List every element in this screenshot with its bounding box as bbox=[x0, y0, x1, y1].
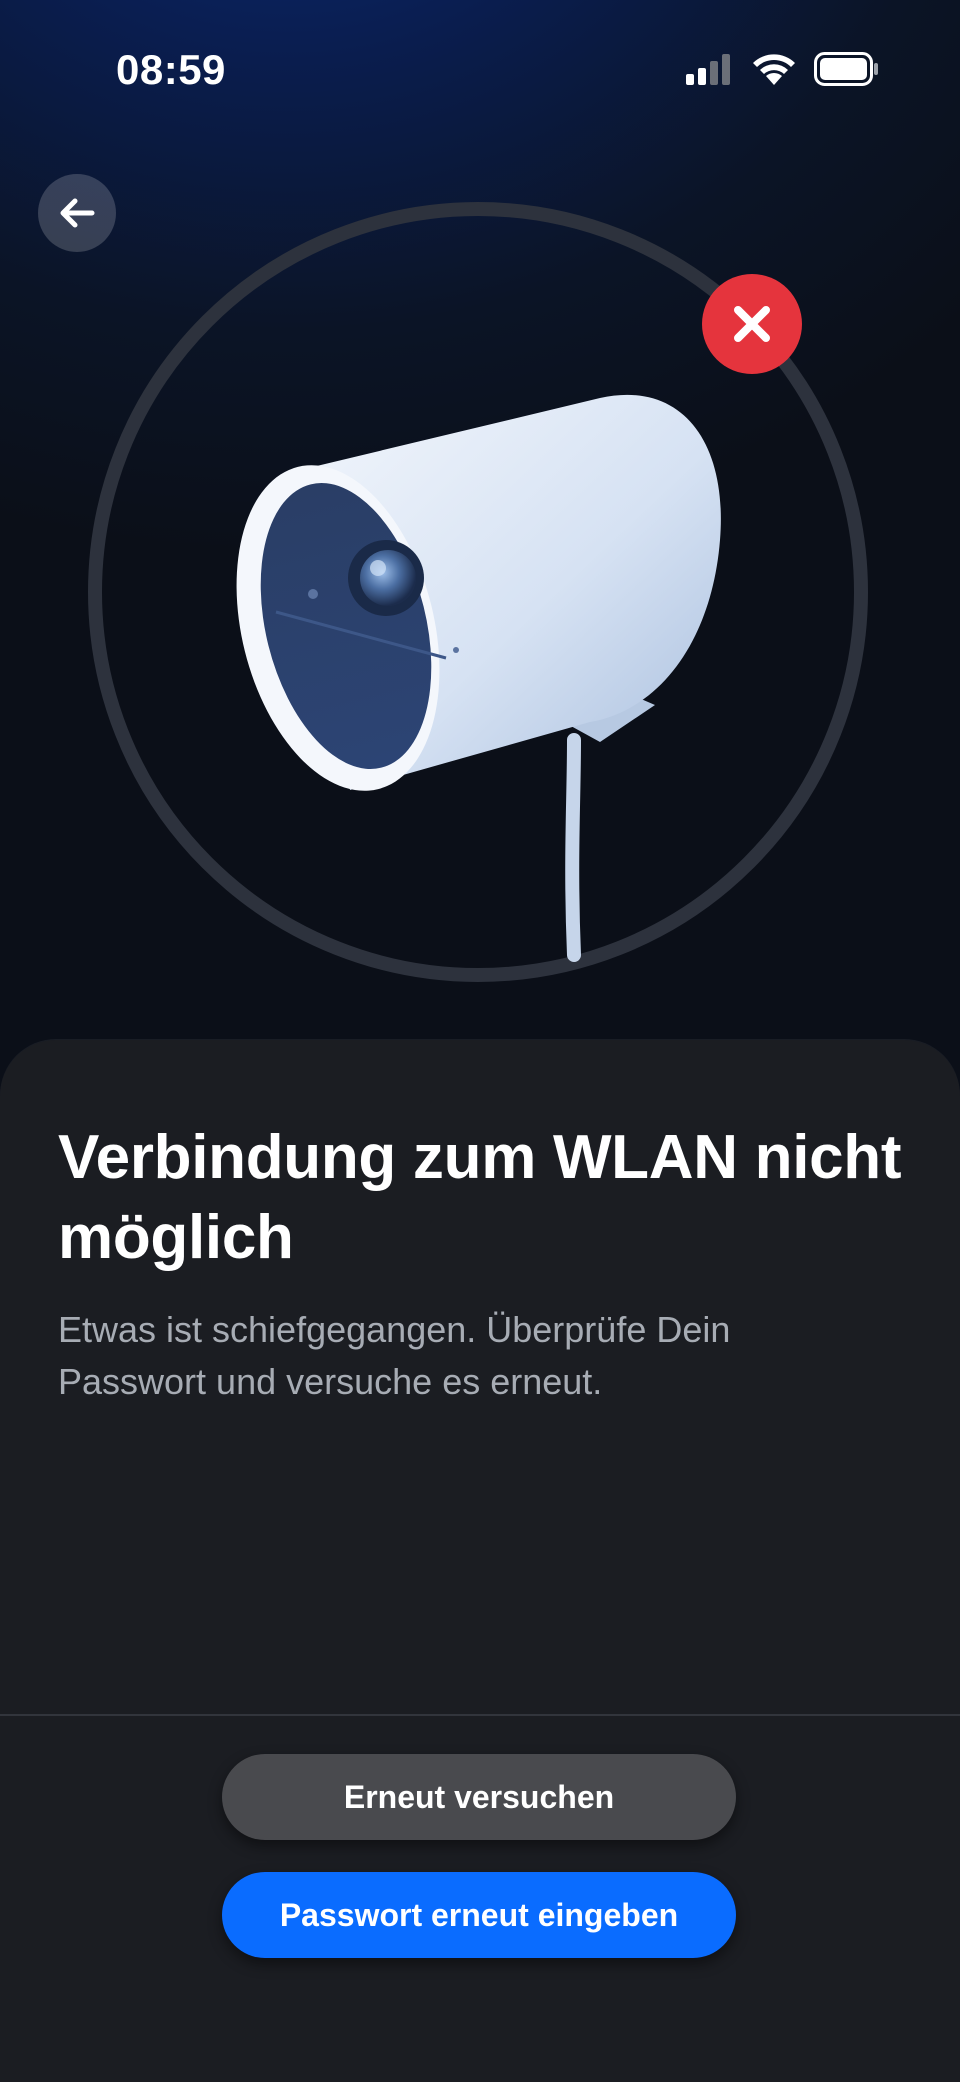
bottom-sheet: Verbindung zum WLAN nicht möglich Etwas … bbox=[0, 1040, 960, 2082]
page-title: Verbindung zum WLAN nicht möglich bbox=[58, 1123, 902, 1272]
close-icon bbox=[734, 306, 770, 342]
error-message: Etwas ist schiefgegangen. Überprüfe Dein… bbox=[58, 1309, 731, 1402]
camera-cable bbox=[565, 733, 581, 962]
retry-button[interactable]: Erneut versuchen bbox=[222, 1754, 736, 1840]
camera-illustration bbox=[88, 202, 868, 982]
divider bbox=[0, 1714, 960, 1716]
cellular-signal-icon bbox=[686, 54, 730, 85]
error-badge bbox=[702, 274, 802, 374]
wifi-error-screen: 08:59 Verbindung zum WLAN nicht möglich … bbox=[0, 0, 960, 2082]
battery-icon bbox=[814, 52, 878, 86]
status-time: 08:59 bbox=[116, 46, 226, 93]
reenter-password-button[interactable]: Passwort erneut eingeben bbox=[222, 1872, 736, 1958]
status-icons bbox=[686, 52, 880, 86]
status-bar: 08:59 bbox=[0, 0, 960, 140]
wifi-icon bbox=[753, 54, 795, 85]
